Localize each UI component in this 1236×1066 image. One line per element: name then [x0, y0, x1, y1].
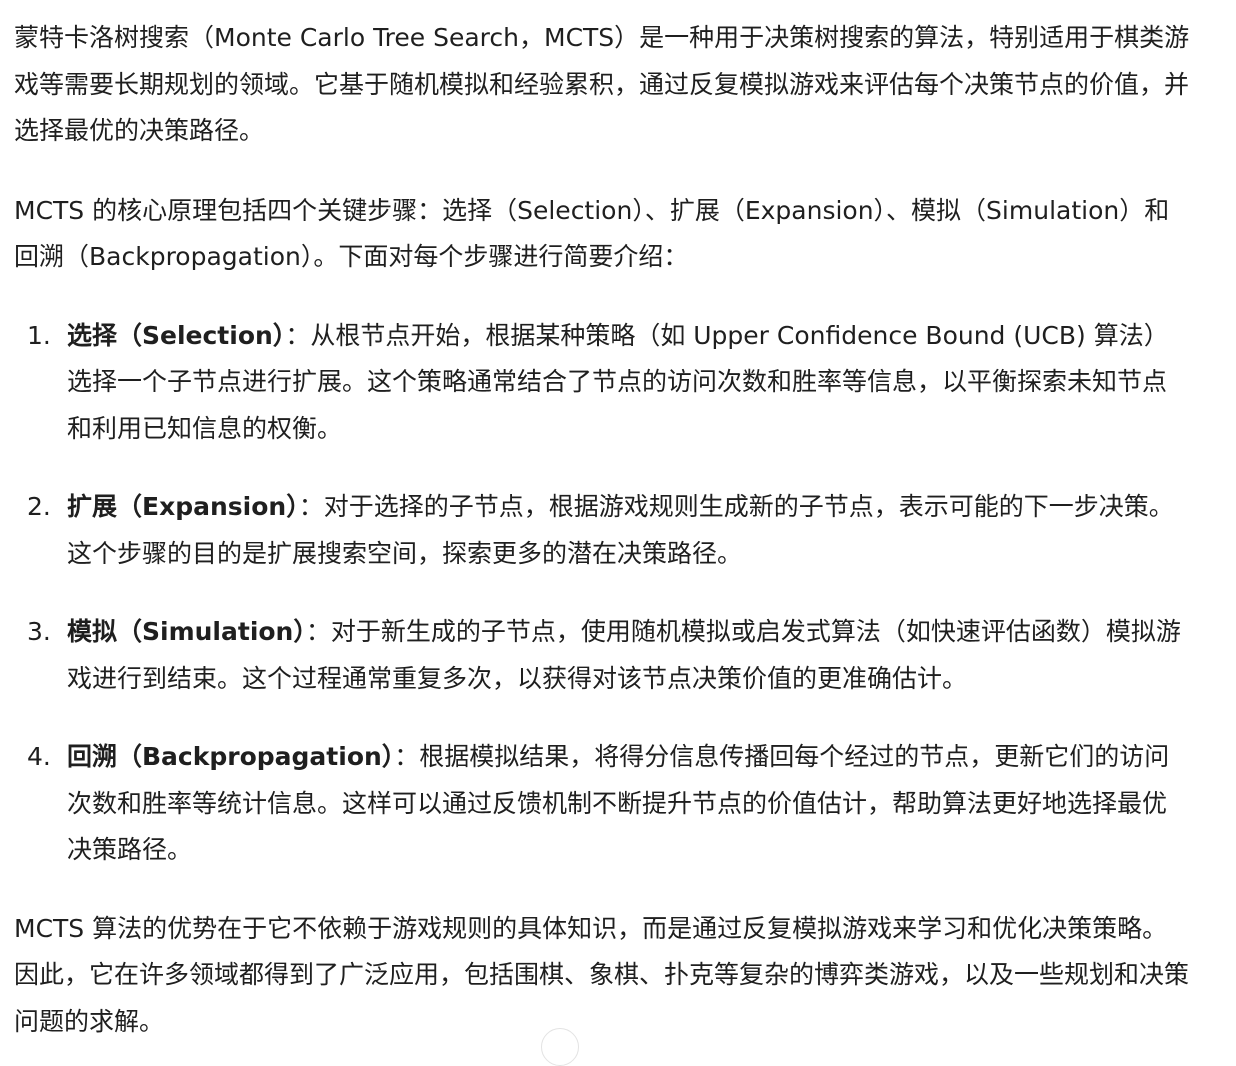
- list-item: 1. 选择（Selection）：从根节点开始，根据某种策略（如 Upper Co…: [14, 313, 1190, 453]
- article-body: 蒙特卡洛树搜索（Monte Carlo Tree Search，MCTS）是一种…: [14, 15, 1190, 1045]
- scroll-to-bottom-button[interactable]: [541, 1028, 579, 1066]
- step-term-selection: 选择（Selection）: [67, 320, 286, 350]
- steps-list: 1. 选择（Selection）：从根节点开始，根据某种策略（如 Upper Co…: [14, 313, 1190, 874]
- step-term-simulation: 模拟（Simulation）: [67, 617, 306, 646]
- list-number: 2.: [27, 492, 51, 521]
- list-number: 3.: [27, 617, 51, 646]
- step-term-backpropagation: 回溯（Backpropagation）: [67, 742, 395, 771]
- list-item: 3. 模拟（Simulation）：对于新生成的子节点，使用随机模拟或启发式算法（…: [14, 609, 1190, 702]
- principle-paragraph: MCTS 的核心原理包括四个关键步骤：选择（Selection）、扩展（Expa…: [14, 195, 1170, 272]
- list-item: 4. 回溯（Backpropagation）：根据模拟结果，将得分信息传播回每个经…: [14, 734, 1190, 874]
- step-term-expansion: 扩展（Expansion）: [67, 492, 299, 521]
- intro-paragraph: 蒙特卡洛树搜索（Monte Carlo Tree Search，MCTS）是一种…: [14, 23, 1190, 145]
- list-item: 2. 扩展（Expansion）：对于选择的子节点，根据游戏规则生成新的子节点，表…: [14, 484, 1190, 577]
- conclusion-paragraph: MCTS 算法的优势在于它不依赖于游戏规则的具体知识，而是通过反复模拟游戏来学习…: [14, 913, 1190, 1036]
- list-number: 4.: [27, 742, 51, 771]
- list-number: 1.: [27, 320, 51, 350]
